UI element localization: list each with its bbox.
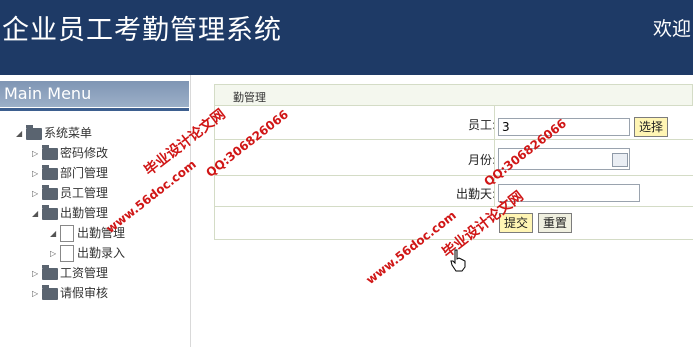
tree-root-label: 系统菜单 <box>44 126 93 140</box>
folder-icon <box>26 124 42 140</box>
menu-divider <box>0 108 189 111</box>
tree-item-attendance[interactable]: ◢ 出勤管理 <box>32 204 108 222</box>
expand-arrow-icon[interactable]: ▷ <box>32 185 42 203</box>
collapse-arrow-icon[interactable]: ◢ <box>50 225 60 243</box>
main-menu-title: Main Menu <box>4 84 92 103</box>
collapse-arrow-icon[interactable]: ◢ <box>32 205 42 223</box>
welcome-text: 欢迎 <box>653 18 692 40</box>
expand-arrow-icon[interactable]: ▷ <box>50 245 60 263</box>
tree-item-label: 请假审核 <box>60 286 109 300</box>
tree-root[interactable]: ◢ 系统菜单 <box>16 124 92 142</box>
tree-item-label: 工资管理 <box>60 266 109 280</box>
hand-cursor-icon <box>450 249 466 272</box>
folder-icon <box>42 144 58 160</box>
tree-item-label: 员工管理 <box>60 186 109 200</box>
tab-attendance[interactable]: 勤管理 <box>233 89 266 105</box>
select-employee-button[interactable]: 选择 <box>634 117 669 137</box>
tree-item-label: 密码修改 <box>60 146 109 160</box>
sidebar: Main Menu ◢ 系统菜单 ▷ 密码修改 ▷ 部门管理 ▷ 员工管理 ◢ 出勤管理 … <box>0 75 191 347</box>
tree-item-label: 出勤管理 <box>60 206 109 220</box>
tree-item-label: 部门管理 <box>60 166 109 180</box>
main-menu-header: Main Menu <box>0 81 189 107</box>
tree-item-employee[interactable]: ▷ 员工管理 <box>32 184 108 202</box>
tree-item-salary[interactable]: ▷ 工资管理 <box>32 264 108 282</box>
folder-open-icon <box>42 204 58 220</box>
expand-arrow-icon[interactable]: ▷ <box>32 145 42 163</box>
document-icon <box>60 245 74 262</box>
reset-button[interactable]: 重置 <box>538 213 573 233</box>
collapse-arrow-icon[interactable]: ◢ <box>16 125 26 143</box>
month-label: 月份: <box>467 153 496 167</box>
tree-item-label: 出勤录入 <box>77 246 126 260</box>
app-title: 企业员工考勤管理系统 <box>2 15 282 46</box>
tree-item-department[interactable]: ▷ 部门管理 <box>32 164 108 182</box>
folder-icon <box>42 264 58 280</box>
folder-icon <box>42 184 58 200</box>
expand-arrow-icon[interactable]: ▷ <box>32 265 42 283</box>
employee-label: 员工: <box>467 118 496 132</box>
tree-item-leave[interactable]: ▷ 请假审核 <box>32 284 108 302</box>
tree-item-password[interactable]: ▷ 密码修改 <box>32 144 108 162</box>
days-row: 出勤天: <box>214 176 693 207</box>
folder-icon <box>42 284 58 300</box>
calendar-icon[interactable] <box>612 153 628 167</box>
month-row: 月份: <box>214 140 693 176</box>
tab-bar: 勤管理 <box>214 84 693 106</box>
tree-item-attendance-entry[interactable]: ▷ 出勤录入 <box>50 244 125 262</box>
document-icon <box>60 225 74 242</box>
expand-arrow-icon[interactable]: ▷ <box>32 285 42 303</box>
expand-arrow-icon[interactable]: ▷ <box>32 165 42 183</box>
app-header: 企业员工考勤管理系统 欢迎 <box>0 0 693 75</box>
folder-icon <box>42 164 58 180</box>
